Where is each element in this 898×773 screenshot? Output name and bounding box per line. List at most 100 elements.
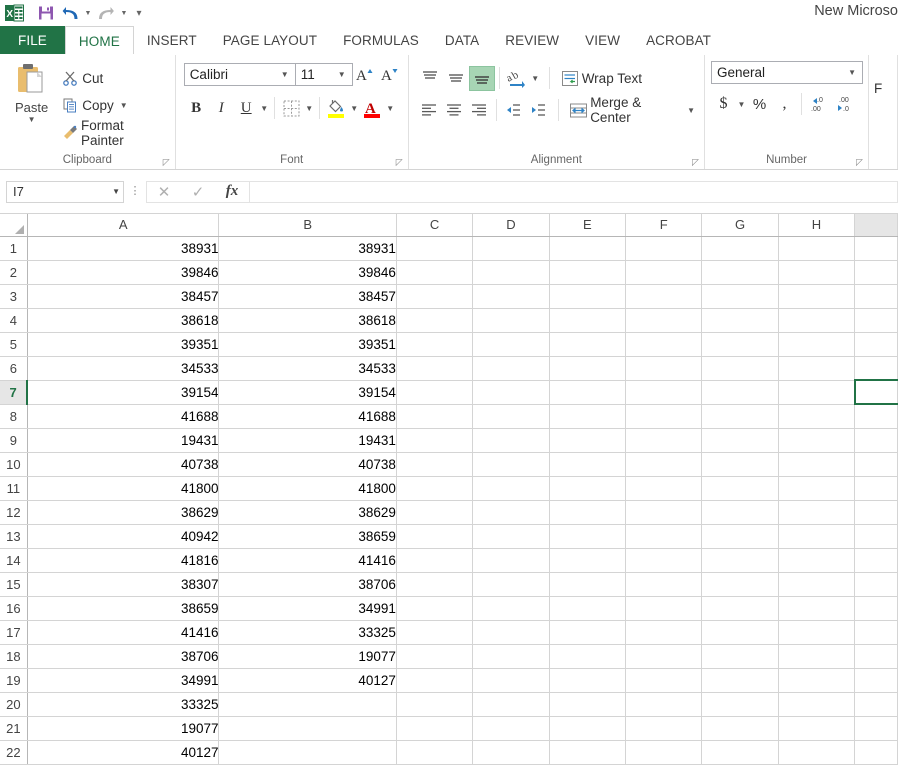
row-header-22[interactable]: 22 xyxy=(0,740,28,765)
cell-F13[interactable] xyxy=(625,524,703,549)
top-align-button[interactable] xyxy=(417,66,443,91)
cell-E2[interactable] xyxy=(549,260,627,285)
cell-I21[interactable] xyxy=(854,716,898,741)
cell-H20[interactable] xyxy=(778,692,856,717)
cell-G7[interactable] xyxy=(701,380,779,405)
cell-H5[interactable] xyxy=(778,332,856,357)
increase-indent-button[interactable] xyxy=(525,98,550,123)
row-header-12[interactable]: 12 xyxy=(0,500,28,525)
insert-function-icon[interactable]: fx xyxy=(215,182,249,202)
row-header-18[interactable]: 18 xyxy=(0,644,28,669)
cell-G15[interactable] xyxy=(701,572,779,597)
cell-D6[interactable] xyxy=(472,356,550,381)
cell-I15[interactable] xyxy=(854,572,898,597)
cell-C12[interactable] xyxy=(396,500,474,525)
select-all-corner[interactable] xyxy=(0,214,28,237)
cell-E10[interactable] xyxy=(549,452,627,477)
column-header-f[interactable]: F xyxy=(625,214,703,237)
cell-I12[interactable] xyxy=(854,500,898,525)
row-header-2[interactable]: 2 xyxy=(0,260,28,285)
cell-A3[interactable]: 38457 xyxy=(27,284,220,309)
customize-quick-access-toolbar-icon[interactable]: ▾ xyxy=(131,3,147,23)
cell-E3[interactable] xyxy=(549,284,627,309)
row-header-11[interactable]: 11 xyxy=(0,476,28,501)
cell-E8[interactable] xyxy=(549,404,627,429)
cell-D18[interactable] xyxy=(472,644,550,669)
cell-H2[interactable] xyxy=(778,260,856,285)
cell-E14[interactable] xyxy=(549,548,627,573)
comma-style-button[interactable]: , xyxy=(772,92,797,117)
cell-B5[interactable]: 39351 xyxy=(218,332,397,357)
copy-dropdown-caret-icon[interactable]: ▼ xyxy=(120,101,128,110)
cell-F10[interactable] xyxy=(625,452,703,477)
cell-H14[interactable] xyxy=(778,548,856,573)
bottom-align-button[interactable] xyxy=(468,65,495,91)
cell-A14[interactable]: 41816 xyxy=(27,548,220,573)
column-header-a[interactable]: A xyxy=(27,214,220,237)
cell-G19[interactable] xyxy=(701,668,779,693)
fill-color-dropdown-caret-icon[interactable]: ▼ xyxy=(349,104,360,113)
cell-E19[interactable] xyxy=(549,668,627,693)
cell-H11[interactable] xyxy=(778,476,856,501)
cell-A18[interactable]: 38706 xyxy=(27,644,220,669)
cell-A7[interactable]: 39154 xyxy=(27,380,220,405)
row-header-21[interactable]: 21 xyxy=(0,716,28,741)
cell-A10[interactable]: 40738 xyxy=(27,452,220,477)
decrease-decimal-button[interactable]: .00 .0 xyxy=(831,92,856,117)
cell-G11[interactable] xyxy=(701,476,779,501)
cell-A19[interactable]: 34991 xyxy=(27,668,220,693)
cell-C22[interactable] xyxy=(396,740,474,765)
font-color-dropdown-caret-icon[interactable]: ▼ xyxy=(385,104,396,113)
row-header-16[interactable]: 16 xyxy=(0,596,28,621)
tab-view[interactable]: VIEW xyxy=(572,26,633,55)
cell-G3[interactable] xyxy=(701,284,779,309)
cell-D9[interactable] xyxy=(472,428,550,453)
formula-input[interactable] xyxy=(249,180,898,203)
font-color-button[interactable]: A xyxy=(360,96,385,121)
cell-D5[interactable] xyxy=(472,332,550,357)
orientation-button[interactable]: a b xyxy=(504,66,530,91)
font-size-combobox[interactable]: 11 ▼ xyxy=(294,62,353,86)
font-dialog-launcher[interactable]: ◸ xyxy=(395,158,404,167)
cell-B6[interactable]: 34533 xyxy=(218,356,397,381)
cell-F14[interactable] xyxy=(625,548,703,573)
cell-C1[interactable] xyxy=(396,236,474,261)
cell-B18[interactable]: 19077 xyxy=(218,644,397,669)
cell-C9[interactable] xyxy=(396,428,474,453)
cell-A11[interactable]: 41800 xyxy=(27,476,220,501)
cell-F5[interactable] xyxy=(625,332,703,357)
column-header-g[interactable]: G xyxy=(701,214,779,237)
cell-B17[interactable]: 33325 xyxy=(218,620,397,645)
number-format-combobox[interactable]: General ▼ xyxy=(711,61,864,84)
cell-I10[interactable] xyxy=(854,452,898,477)
cell-G9[interactable] xyxy=(701,428,779,453)
cell-B13[interactable]: 38659 xyxy=(218,524,397,549)
cell-F16[interactable] xyxy=(625,596,703,621)
cell-C6[interactable] xyxy=(396,356,474,381)
cell-C17[interactable] xyxy=(396,620,474,645)
cell-I16[interactable] xyxy=(854,596,898,621)
cell-G6[interactable] xyxy=(701,356,779,381)
cell-H21[interactable] xyxy=(778,716,856,741)
cell-G2[interactable] xyxy=(701,260,779,285)
number-dialog-launcher[interactable]: ◸ xyxy=(855,158,864,167)
tab-file[interactable]: FILE xyxy=(0,26,65,55)
borders-button[interactable] xyxy=(279,96,304,121)
align-left-button[interactable] xyxy=(417,98,442,123)
cell-E9[interactable] xyxy=(549,428,627,453)
cell-G18[interactable] xyxy=(701,644,779,669)
row-header-17[interactable]: 17 xyxy=(0,620,28,645)
cell-A5[interactable]: 39351 xyxy=(27,332,220,357)
cell-H6[interactable] xyxy=(778,356,856,381)
cell-H19[interactable] xyxy=(778,668,856,693)
cell-E20[interactable] xyxy=(549,692,627,717)
cell-C14[interactable] xyxy=(396,548,474,573)
decrease-font-size-button[interactable]: A xyxy=(378,62,403,87)
cell-E1[interactable] xyxy=(549,236,627,261)
column-header-c[interactable]: C xyxy=(396,214,474,237)
cell-C3[interactable] xyxy=(396,284,474,309)
row-header-5[interactable]: 5 xyxy=(0,332,28,357)
cell-C10[interactable] xyxy=(396,452,474,477)
copy-button[interactable]: Copy ▼ xyxy=(58,92,169,119)
cell-D17[interactable] xyxy=(472,620,550,645)
